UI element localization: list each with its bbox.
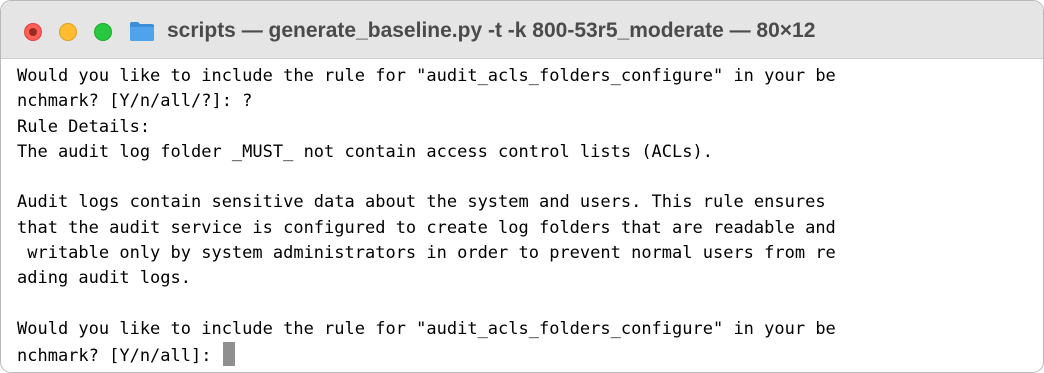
close-button[interactable] bbox=[24, 23, 42, 41]
window-title-text: scripts — generate_baseline.py -t -k 800… bbox=[167, 19, 816, 42]
title-bar[interactable]: scripts — generate_baseline.py -t -k 800… bbox=[1, 1, 1043, 59]
terminal-output[interactable]: Would you like to include the rule for "… bbox=[17, 64, 1039, 368]
folder-icon bbox=[130, 22, 154, 41]
close-dot-icon bbox=[29, 28, 37, 36]
terminal-line: nchmark? [Y/n/all/?]: ? bbox=[17, 91, 253, 112]
terminal-line: Rule Details: bbox=[17, 116, 151, 137]
terminal-line: Audit logs contain sensitive data about … bbox=[17, 192, 826, 213]
terminal-window: scripts — generate_baseline.py -t -k 800… bbox=[0, 0, 1044, 373]
minimize-button[interactable] bbox=[59, 23, 77, 41]
terminal-line: writable only by system administrators i… bbox=[17, 243, 836, 264]
zoom-button[interactable] bbox=[94, 23, 112, 41]
text-cursor bbox=[222, 342, 235, 367]
terminal-line: ading audit logs. bbox=[17, 268, 191, 289]
terminal-prompt: nchmark? [Y/n/all]: bbox=[17, 346, 222, 367]
terminal-line: Would you like to include the rule for "… bbox=[17, 318, 836, 339]
terminal-line: The audit log folder _MUST_ not contain … bbox=[17, 141, 713, 162]
terminal-prompt-line[interactable]: nchmark? [Y/n/all]: bbox=[17, 342, 1039, 367]
terminal-line: that the audit service is configured to … bbox=[17, 217, 836, 238]
window-title: scripts — generate_baseline.py -t -k 800… bbox=[129, 15, 815, 47]
terminal-line: Would you like to include the rule for "… bbox=[17, 66, 836, 86]
